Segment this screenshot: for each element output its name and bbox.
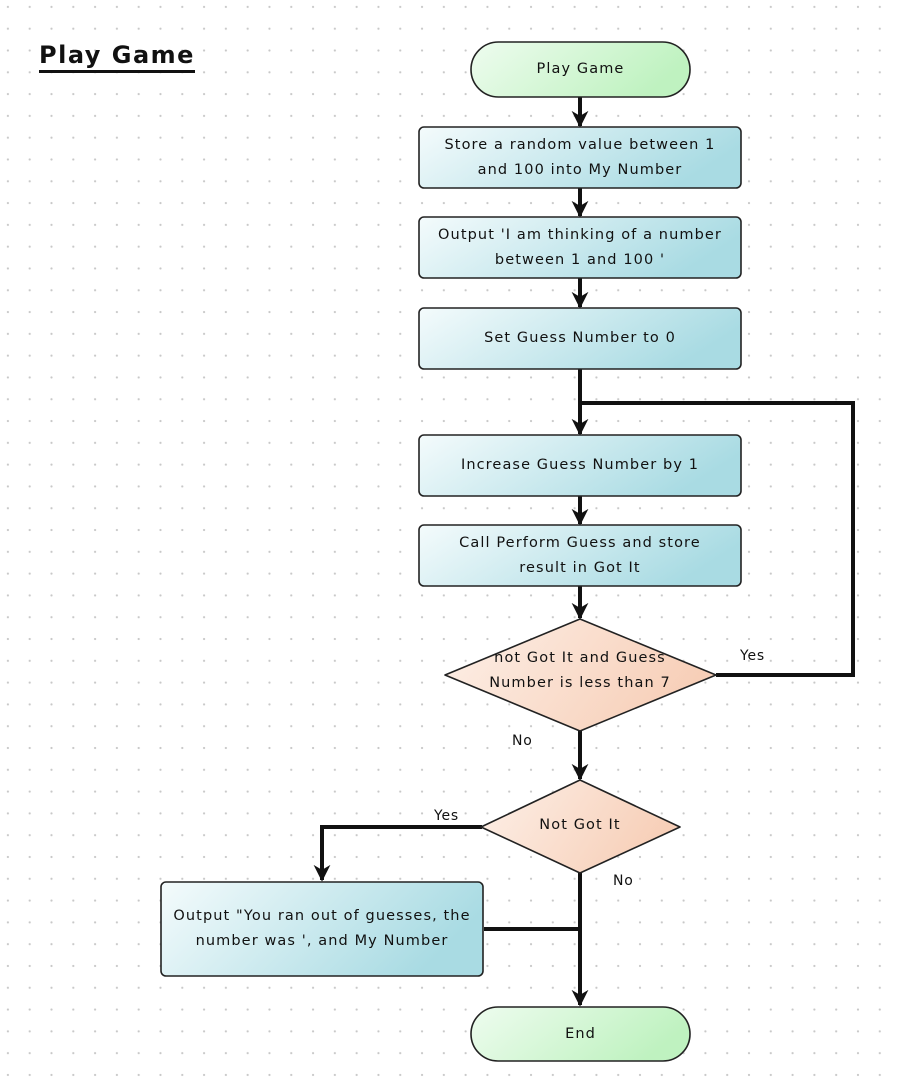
edge-label-loop-yes: Yes bbox=[740, 648, 765, 664]
process-call-perform[interactable] bbox=[418, 524, 742, 587]
terminal-start[interactable] bbox=[470, 41, 691, 98]
flowchart-canvas bbox=[160, 41, 855, 1062]
edge-label-notgot-yes: Yes bbox=[434, 808, 459, 824]
decision-loop[interactable] bbox=[444, 618, 717, 732]
edge-label-notgot-no: No bbox=[613, 873, 634, 889]
process-set-guess[interactable] bbox=[418, 307, 742, 370]
edge-notgot-yes bbox=[313, 825, 482, 882]
process-output-ran-out[interactable] bbox=[160, 881, 484, 977]
process-output-thinking[interactable] bbox=[418, 216, 742, 279]
terminal-end[interactable] bbox=[470, 1006, 691, 1062]
edge-label-loop-no: No bbox=[512, 733, 533, 749]
decision-not-got-it[interactable] bbox=[480, 779, 681, 874]
process-store-random[interactable] bbox=[418, 126, 742, 189]
process-increase-guess[interactable] bbox=[418, 434, 742, 497]
